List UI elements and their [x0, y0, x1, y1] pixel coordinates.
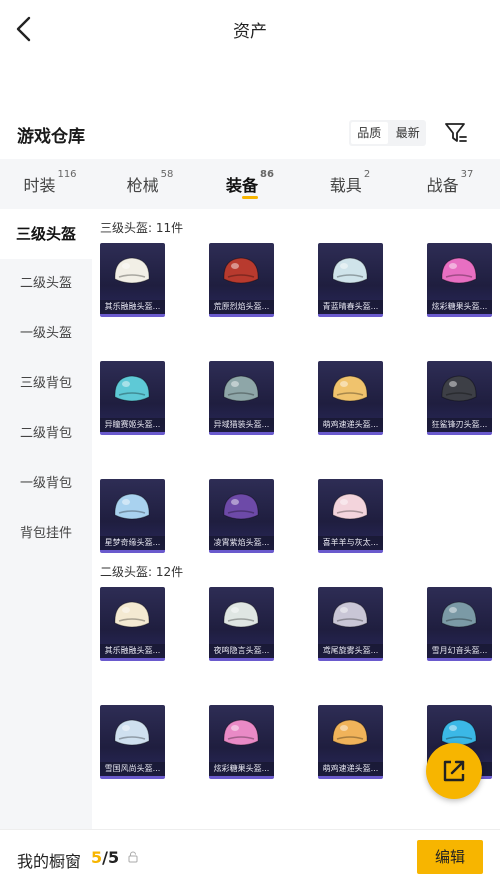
page-title: 资产 — [233, 22, 267, 42]
helmet-icon — [114, 719, 150, 746]
sidebar-item-level2-backpack[interactable]: 二级背包 — [0, 409, 92, 459]
helmet-icon — [441, 601, 477, 628]
helmet-icon — [114, 375, 150, 402]
item-card[interactable]: 异域猎装头盔... — [209, 361, 274, 435]
helmet-icon — [332, 493, 368, 520]
item-name: 雪月幻音头盔... — [427, 644, 492, 658]
item-name: 青蓝晴春头盔... — [318, 300, 383, 314]
section-title: 三级头盔: 11件 — [100, 221, 184, 235]
sidebar: 三级头盔 二级头盔 一级头盔 三级背包 二级背包 一级背包 背包挂件 — [0, 209, 92, 829]
item-card[interactable]: 喜羊羊与灰太... — [318, 479, 383, 553]
tab-fashion[interactable]: 时装116 — [0, 159, 100, 209]
item-name: 其乐融融头盔... — [100, 644, 165, 658]
helmet-icon — [114, 493, 150, 520]
item-name: 异域猎装头盔... — [209, 418, 274, 432]
lock-icon — [128, 851, 138, 863]
item-card[interactable]: 萌鸡速递头盔... — [318, 361, 383, 435]
sidebar-item-level1-helmet[interactable]: 一级头盔 — [0, 309, 92, 359]
tab-war-supplies[interactable]: 战备37 — [400, 159, 500, 209]
sidebar-item-backpack-charm[interactable]: 背包挂件 — [0, 509, 92, 559]
item-card[interactable]: 炫彩糖果头盔... — [427, 243, 492, 317]
helmet-icon — [114, 601, 150, 628]
item-name: 狂鲨锋刃头盔... — [427, 418, 492, 432]
item-name: 其乐融融头盔... — [100, 300, 165, 314]
item-card[interactable]: 夜鸣隐言头盔... — [209, 587, 274, 661]
item-card[interactable]: 萌鸡速递头盔... — [318, 705, 383, 779]
item-name: 炫彩糖果头盔... — [209, 762, 274, 776]
item-name: 萌鸡速递头盔... — [318, 418, 383, 432]
showcase-current: 5 — [91, 848, 103, 867]
item-card[interactable]: 其乐融融头盔... — [100, 243, 165, 317]
item-name: 炫彩糖果头盔... — [427, 300, 492, 314]
item-card[interactable]: 雪国风尚头盔... — [100, 705, 165, 779]
share-button[interactable] — [426, 743, 482, 799]
item-card[interactable]: 凌霄紫焰头盔... — [209, 479, 274, 553]
sort-newest-option[interactable]: 最新 — [390, 120, 427, 146]
item-grid: 三级头盔: 11件 其乐融融头盔... 荒原烈焰头盔... 青蓝晴春头盔... 炫彩糖果… — [92, 209, 500, 829]
showcase-count: 5/5 — [91, 848, 119, 867]
sidebar-item-level3-backpack[interactable]: 三级背包 — [0, 359, 92, 409]
helmet-icon — [332, 719, 368, 746]
showcase-total: /5 — [102, 848, 120, 867]
item-name: 萌鸡速递头盔... — [318, 762, 383, 776]
helmet-icon — [223, 601, 259, 628]
tab-count: 37 — [460, 169, 474, 180]
helmet-icon — [223, 257, 259, 284]
item-card[interactable]: 星梦奇缘头盔... — [100, 479, 165, 553]
edit-button[interactable]: 编辑 — [417, 840, 483, 874]
helmet-icon — [332, 257, 368, 284]
item-name: 异瞳赛姬头盔... — [100, 418, 165, 432]
showcase-bar: 我的橱窗 5/5 编辑 — [0, 829, 500, 885]
item-card[interactable]: 青蓝晴春头盔... — [318, 243, 383, 317]
tab-label: 载具 — [329, 176, 362, 195]
sort-toggle: 品质 最新 — [349, 120, 426, 146]
item-card[interactable]: 雪月幻音头盔... — [427, 587, 492, 661]
helmet-icon — [223, 375, 259, 402]
item-card[interactable]: 异瞳赛姬头盔... — [100, 361, 165, 435]
tab-vehicles[interactable]: 载具2 — [300, 159, 400, 209]
helmet-icon — [223, 719, 259, 746]
showcase-label: 我的橱窗 — [17, 852, 82, 871]
item-card[interactable]: 狂鲨锋刃头盔... — [427, 361, 492, 435]
sidebar-item-level1-backpack[interactable]: 一级背包 — [0, 459, 92, 509]
sidebar-item-level3-helmet[interactable]: 三级头盔 — [0, 209, 92, 259]
helmet-icon — [332, 375, 368, 402]
filter-icon[interactable] — [444, 121, 468, 145]
category-tabs: 时装116 枪械58 装备86 载具2 战备37 — [0, 159, 500, 209]
tab-equipment[interactable]: 装备86 — [200, 159, 300, 209]
share-icon — [443, 760, 465, 782]
item-card[interactable]: 其乐融融头盔... — [100, 587, 165, 661]
tab-label: 战备 — [426, 176, 459, 195]
header: 资产 — [0, 0, 500, 60]
item-card[interactable]: 荒原烈焰头盔... — [209, 243, 274, 317]
tab-label: 枪械 — [126, 176, 159, 195]
tab-firearms[interactable]: 枪械58 — [100, 159, 200, 209]
item-name: 凌霄紫焰头盔... — [209, 536, 274, 550]
section-title: 二级头盔: 12件 — [100, 565, 184, 579]
helmet-icon — [441, 375, 477, 402]
item-name: 荒原烈焰头盔... — [209, 300, 274, 314]
helmet-icon — [441, 257, 477, 284]
active-tab-indicator — [242, 196, 258, 199]
item-name: 鸢尾旋雾头盔... — [318, 644, 383, 658]
tab-count: 58 — [160, 169, 174, 180]
sidebar-item-level2-helmet[interactable]: 二级头盔 — [0, 259, 92, 309]
tab-count: 116 — [57, 169, 77, 180]
helmet-icon — [223, 493, 259, 520]
tab-label: 装备 — [226, 176, 259, 195]
item-name: 夜鸣隐言头盔... — [209, 644, 274, 658]
helmet-icon — [332, 601, 368, 628]
helmet-icon — [114, 257, 150, 284]
item-card[interactable]: 鸢尾旋雾头盔... — [318, 587, 383, 661]
item-name: 雪国风尚头盔... — [100, 762, 165, 776]
warehouse-title: 游戏仓库 — [17, 127, 85, 147]
sort-quality-option[interactable]: 品质 — [351, 122, 388, 144]
tab-count: 86 — [260, 169, 274, 180]
item-card[interactable]: 炫彩糖果头盔... — [209, 705, 274, 779]
item-name: 喜羊羊与灰太... — [318, 536, 383, 550]
tab-count: 2 — [363, 169, 371, 180]
item-name: 星梦奇缘头盔... — [100, 536, 165, 550]
tab-label: 时装 — [23, 176, 56, 195]
